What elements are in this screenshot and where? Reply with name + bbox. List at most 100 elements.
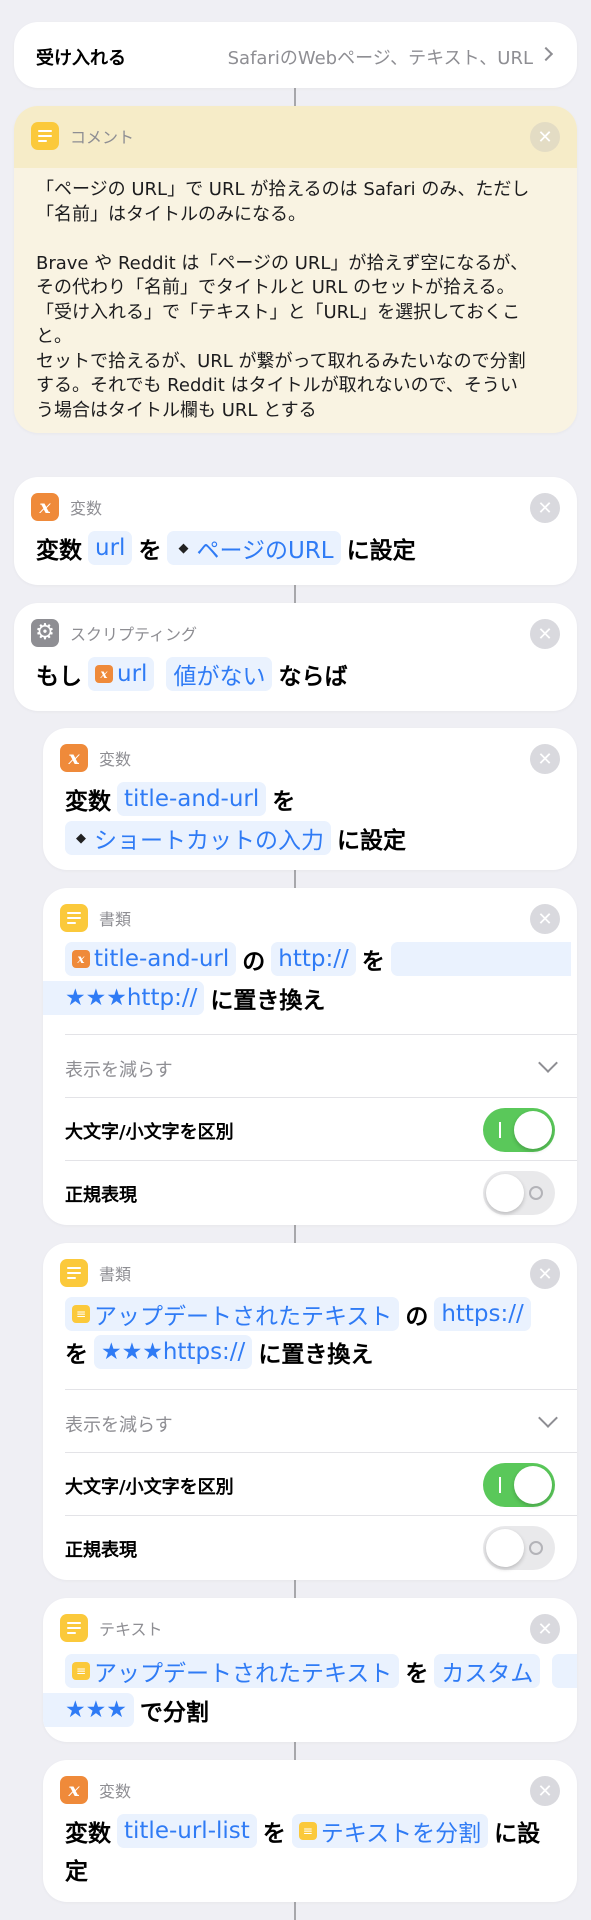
flow-connector [294, 1742, 296, 1760]
updated-text-token[interactable]: ≡ アップデートされたテキスト [65, 1654, 400, 1688]
divider [65, 1097, 577, 1098]
comment-line: う場合はタイトル欄も URL とする [36, 399, 317, 421]
set-variable-url-card[interactable]: x 変数 ✕ 変数 url を ◆ ページのURL に設定 [14, 477, 577, 585]
token-label: url [95, 535, 126, 561]
close-icon[interactable]: ✕ [530, 744, 560, 774]
token-label: ページのURL [196, 538, 334, 564]
comment-line: 「受け入れる」で「テキスト」と「URL」を選択しておくこ [36, 301, 521, 323]
regex-toggle[interactable] [483, 1171, 555, 1215]
show-less-button[interactable]: 表示を減らす [65, 1056, 173, 1082]
token-label: https:// [441, 1301, 524, 1327]
regex-label: 正規表現 [65, 1185, 137, 1206]
word: に置き換え [258, 1342, 374, 1368]
comment-icon [31, 122, 59, 150]
find-text-token[interactable]: https:// [434, 1297, 531, 1331]
flow-connector [294, 1902, 296, 1920]
replace-http-card[interactable]: 書類 ✕ x title-and-url の http:// を ★★★http:… [43, 888, 577, 1225]
shortcuts-icon: ◆ [178, 540, 189, 556]
variable-token-title-and-url[interactable]: x title-and-url [65, 942, 237, 976]
regex-toggle[interactable] [483, 1526, 555, 1570]
word: で分割 [139, 1700, 209, 1726]
close-icon[interactable]: ✕ [530, 1776, 560, 1806]
chevron-down-icon[interactable] [538, 1408, 558, 1428]
flow-connector [294, 1225, 296, 1243]
chevron-down-icon[interactable] [538, 1053, 558, 1073]
flow-connector [294, 88, 296, 106]
separator-type-token[interactable]: カスタム [434, 1654, 541, 1688]
word: もし [36, 664, 82, 690]
comment-line: 「名前」はタイトルのみになる。 [36, 203, 306, 225]
case-sensitive-toggle[interactable] [483, 1108, 555, 1152]
token-label: ★★★ [65, 1697, 127, 1723]
custom-separator-token[interactable]: ★★★ [43, 1693, 134, 1727]
divider [65, 1515, 577, 1516]
close-icon[interactable]: ✕ [530, 493, 560, 523]
variable-token-title-url-list[interactable]: title-url-list [117, 1814, 257, 1848]
token-label: http:// [278, 946, 349, 972]
word: を [262, 1821, 286, 1847]
word: に設 [494, 1821, 541, 1847]
word: に設定 [346, 538, 416, 564]
shortcut-input-token[interactable]: ◆ ショートカットの入力 [65, 821, 331, 855]
close-icon[interactable]: ✕ [530, 122, 560, 152]
token-label: ★★★https:// [101, 1339, 246, 1365]
split-text-token[interactable]: ≡ テキストを分割 [291, 1814, 489, 1848]
replace-text-token[interactable]: ★★★http:// [43, 981, 205, 1015]
page-url-token[interactable]: ◆ ページのURL [167, 531, 341, 565]
replace-https-card[interactable]: 書類 ✕ ≡ アップデートされたテキスト の https:// を ★★★http… [43, 1243, 577, 1580]
close-icon[interactable]: ✕ [530, 1259, 560, 1289]
case-sensitive-toggle[interactable] [483, 1463, 555, 1507]
gear-icon: ⚙ [31, 619, 59, 647]
set-variable-list-card[interactable]: x 変数 ✕ 変数 title-url-list を ≡ テキストを分割 に設 定 [43, 1760, 577, 1902]
close-icon[interactable]: ✕ [530, 619, 560, 649]
find-text-token[interactable]: http:// [271, 942, 356, 976]
action-category: 変数 [99, 750, 132, 769]
action-category: 書類 [99, 910, 132, 929]
document-icon: ≡ [298, 1822, 317, 1840]
divider [65, 1452, 577, 1453]
divider [65, 1160, 577, 1161]
comment-line: する。それでも Reddit はタイトルが取れないので、そうい [36, 375, 518, 396]
variable-token-url[interactable]: url [88, 531, 133, 565]
action-category: スクリプティング [70, 625, 198, 644]
accept-label: 受け入れる [36, 48, 126, 69]
document-icon: ≡ [72, 1305, 90, 1323]
comment-line: 「ページの URL」で URL が拾えるのは Safari のみ、ただし [36, 179, 530, 200]
comment-line: Brave や Reddit は「ページの URL」が拾えず空になるが、 [36, 252, 529, 274]
show-less-button[interactable]: 表示を減らす [65, 1411, 173, 1437]
variable-icon: x [72, 950, 90, 968]
shortcuts-icon: ◆ [76, 830, 86, 846]
word: を [405, 1661, 429, 1687]
token-overflow [552, 1654, 577, 1688]
accept-input-card[interactable]: 受け入れる SafariのWebページ、テキスト、URL [14, 22, 577, 88]
set-variable-title-card[interactable]: x 変数 ✕ 変数 title-and-url を ◆ ショートカットの入力 に設… [43, 728, 577, 870]
action-category: テキスト [99, 1620, 163, 1639]
accept-value[interactable]: SafariのWebページ、テキスト、URL [228, 44, 533, 70]
split-text-card[interactable]: テキスト ✕ ≡ アップデートされたテキスト を カスタム ★★★ で分割 [43, 1598, 577, 1742]
updated-text-token[interactable]: ≡ アップデートされたテキスト [65, 1297, 400, 1331]
token-label: アップデートされたテキスト [94, 1661, 393, 1687]
word: に設定 [337, 828, 406, 854]
flow-connector [294, 585, 296, 603]
variable-token-url[interactable]: x url [88, 657, 155, 691]
token-label: title-and-url [94, 946, 230, 972]
variable-token-title-and-url[interactable]: title-and-url [117, 782, 267, 816]
word: に置き換え [210, 988, 326, 1014]
comment-line: セットで拾えるが、URL が繋がって取れるみたいなので分割 [36, 350, 526, 372]
token-label: title-url-list [124, 1818, 250, 1844]
divider [65, 1389, 577, 1390]
comment-text[interactable]: 「ページの URL」で URL が拾えるのは Safari のみ、ただし 「名前… [36, 178, 563, 423]
close-icon[interactable]: ✕ [530, 904, 560, 934]
regex-label: 正規表現 [65, 1540, 137, 1561]
token-label: ショートカットの入力 [94, 828, 324, 854]
close-icon[interactable]: ✕ [530, 1614, 560, 1644]
word: 定 [65, 1859, 88, 1885]
document-icon [60, 1259, 88, 1287]
replace-text-token[interactable]: ★★★https:// [94, 1335, 253, 1369]
comment-line: と。 [36, 326, 72, 347]
flow-connector [294, 870, 296, 888]
token-label: アップデートされたテキスト [94, 1304, 393, 1330]
condition-token[interactable]: 値がない [166, 657, 273, 691]
if-card[interactable]: ⚙ スクリプティング ✕ もし x url 値がない ならば [14, 603, 577, 711]
comment-card[interactable]: コメント ✕ 「ページの URL」で URL が拾えるのは Safari のみ、… [14, 106, 577, 433]
